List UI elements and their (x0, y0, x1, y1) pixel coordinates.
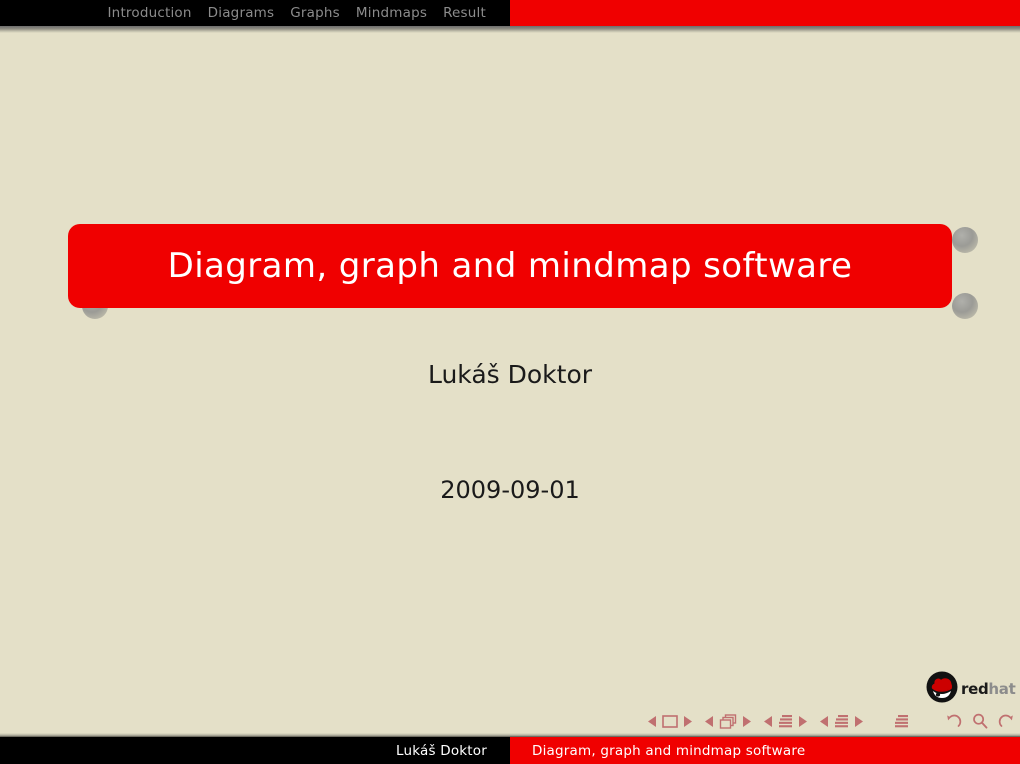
footline-title: Diagram, graph and mindmap software (532, 742, 806, 759)
triangle-left-icon[interactable] (648, 715, 657, 727)
nav-group-frame (705, 713, 751, 729)
triangle-right-icon[interactable] (742, 715, 751, 727)
footline-title-section: Diagram, graph and mindmap software (510, 737, 1020, 764)
nav-group-history (940, 713, 1020, 729)
document-lines-icon[interactable] (894, 714, 909, 729)
nav-group-section (820, 714, 863, 729)
nav-group-slide (648, 714, 692, 728)
page-title: Diagram, graph and mindmap software (167, 246, 853, 286)
nav-group-subsection (764, 714, 807, 729)
nav-item-diagrams[interactable]: Diagrams (208, 5, 275, 21)
nav-group-presentation (889, 714, 914, 729)
presentation-date: 2009-09-01 (440, 476, 580, 504)
nav-item-graphs[interactable]: Graphs (290, 5, 340, 21)
redhat-wordmark: redhat (961, 679, 1016, 698)
triangle-right-icon[interactable] (854, 715, 863, 727)
title-block: Diagram, graph and mindmap software (68, 224, 952, 308)
redhat-word-red: red (961, 679, 989, 698)
frames-stack-icon[interactable] (719, 713, 737, 729)
triangle-left-icon[interactable] (764, 715, 773, 727)
nav-item-mindmaps[interactable]: Mindmaps (356, 5, 427, 21)
triangle-left-icon[interactable] (820, 715, 829, 727)
redhat-word-hat: hat (988, 679, 1016, 698)
headline-nav-section: Introduction Diagrams Graphs Mindmaps Re… (0, 0, 510, 26)
triangle-right-icon[interactable] (683, 715, 692, 727)
redhat-shadowman-icon (926, 671, 958, 707)
magnifier-icon[interactable] (972, 713, 988, 729)
title-block-wrapper: Diagram, graph and mindmap software (68, 224, 978, 319)
title-shadow-blob-top-right (952, 227, 978, 253)
author-name: Lukáš Doktor (427, 360, 593, 389)
document-lines-icon[interactable] (778, 714, 793, 729)
square-outline-icon[interactable] (662, 714, 678, 728)
footline-author: Lukáš Doktor (396, 742, 487, 759)
headline-shadow (0, 26, 1020, 33)
nav-item-result[interactable]: Result (443, 5, 486, 21)
redhat-logo: redhat (926, 671, 1016, 707)
footline-author-section: Lukáš Doktor (0, 737, 510, 764)
undo-arrow-icon[interactable] (945, 713, 962, 729)
document-lines-icon[interactable] (834, 714, 849, 729)
footline-bar: Lukáš Doktor Diagram, graph and mindmap … (0, 737, 1020, 764)
headline-bar: Introduction Diagrams Graphs Mindmaps Re… (0, 0, 1020, 26)
triangle-right-icon[interactable] (798, 715, 807, 727)
nav-item-introduction[interactable]: Introduction (108, 5, 192, 21)
headline-accent-bar (510, 0, 1020, 26)
title-shadow-blob-bottom-right (952, 293, 978, 319)
redo-arrow-icon[interactable] (998, 713, 1015, 729)
beamer-navigation-symbols (648, 710, 1014, 732)
triangle-left-icon[interactable] (705, 715, 714, 727)
